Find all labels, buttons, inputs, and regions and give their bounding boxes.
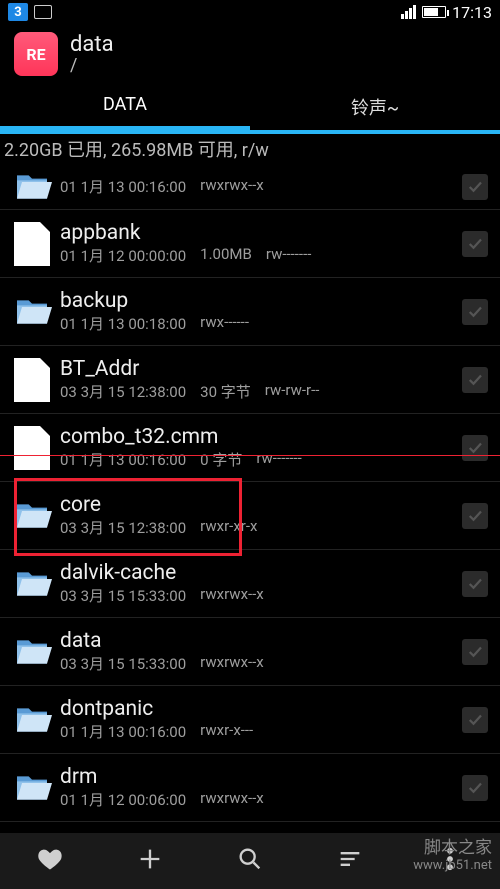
status-time: 17:13 [452, 3, 492, 22]
select-checkbox[interactable] [462, 775, 488, 801]
app-icon: RE [14, 32, 58, 76]
file-icon [14, 426, 50, 470]
storage-status: 2.20GB 已用, 265.98MB 可用, r/w [0, 134, 500, 164]
add-button[interactable] [100, 845, 200, 877]
tabs: DATA 铃声~ [0, 82, 500, 130]
watermark-name: 脚本之家 [413, 833, 492, 858]
file-meta: 01 1月 13 00:16:00rwxr-x--- [60, 721, 458, 742]
file-name: appbank [60, 221, 458, 245]
file-name: combo_t32.cmm [60, 425, 458, 449]
select-checkbox[interactable] [462, 571, 488, 597]
file-list[interactable]: 01 1月 13 00:16:00rwxrwx--xappbank01 1月 1… [0, 164, 500, 822]
select-checkbox[interactable] [462, 707, 488, 733]
folder-icon [12, 768, 52, 808]
file-meta: 01 1月 13 00:18:00rwx------ [60, 313, 458, 334]
folder-icon [12, 167, 52, 207]
select-checkbox[interactable] [462, 174, 488, 200]
folder-icon [12, 700, 52, 740]
bottom-toolbar: 脚本之家 www.jb51.net [0, 833, 500, 889]
folder-icon [12, 632, 52, 672]
file-name: data [60, 629, 458, 653]
list-item[interactable]: drm01 1月 12 00:06:00rwxrwx--x [0, 754, 500, 822]
file-icon [14, 358, 50, 402]
file-icon [14, 222, 50, 266]
file-meta: 01 1月 13 00:16:000 字节rw------- [60, 449, 458, 470]
file-name: backup [60, 289, 458, 313]
screenshot-icon [34, 5, 52, 19]
file-meta: 03 3月 15 12:38:00rwxr-xr-x [60, 517, 458, 538]
tab-data[interactable]: DATA [0, 82, 250, 130]
signal-icon [401, 5, 416, 19]
search-button[interactable] [200, 845, 300, 877]
file-name: dontpanic [60, 697, 458, 721]
file-name: BT_Addr [60, 357, 458, 381]
list-item[interactable]: BT_Addr03 3月 15 12:38:0030 字节rw-rw-r-- [0, 346, 500, 414]
search-icon [236, 845, 264, 877]
file-name: dalvik-cache [60, 561, 458, 585]
folder-icon [12, 496, 52, 536]
list-item[interactable]: backup01 1月 13 00:18:00rwx------ [0, 278, 500, 346]
select-checkbox[interactable] [462, 231, 488, 257]
file-meta: 03 3月 15 15:33:00rwxrwx--x [60, 653, 458, 674]
list-item[interactable]: dalvik-cache03 3月 15 15:33:00rwxrwx--x [0, 550, 500, 618]
list-item[interactable]: 01 1月 13 00:16:00rwxrwx--x [0, 164, 500, 210]
select-checkbox[interactable] [462, 299, 488, 325]
tab-ringtones[interactable]: 铃声~ [250, 82, 500, 130]
file-meta: 03 3月 15 15:33:00rwxrwx--x [60, 585, 458, 606]
folder-icon [12, 564, 52, 604]
folder-icon [12, 292, 52, 332]
select-checkbox[interactable] [462, 435, 488, 461]
file-meta: 01 1月 12 00:00:001.00MBrw------- [60, 245, 458, 266]
list-item[interactable]: combo_t32.cmm01 1月 13 00:16:000 字节rw----… [0, 414, 500, 482]
watermark: 脚本之家 www.jb51.net [413, 833, 492, 873]
file-meta: 03 3月 15 12:38:0030 字节rw-rw-r-- [60, 381, 458, 402]
annotation-line [0, 455, 500, 456]
list-item[interactable]: core03 3月 15 12:38:00rwxr-xr-x [0, 482, 500, 550]
sort-button[interactable] [300, 845, 400, 877]
app-header: RE data / [0, 24, 500, 82]
notification-badge: 3 [8, 3, 28, 21]
sort-icon [336, 845, 364, 877]
file-name: core [60, 493, 458, 517]
battery-icon [422, 6, 446, 18]
current-path: / [70, 55, 114, 76]
page-title: data [70, 32, 114, 57]
file-name: drm [60, 765, 458, 789]
heart-icon [36, 845, 64, 877]
status-bar: 3 17:13 [0, 0, 500, 24]
favorite-button[interactable] [0, 845, 100, 877]
watermark-url: www.jb51.net [413, 858, 492, 873]
list-item[interactable]: appbank01 1月 12 00:00:001.00MBrw------- [0, 210, 500, 278]
plus-icon [136, 845, 164, 877]
select-checkbox[interactable] [462, 503, 488, 529]
select-checkbox[interactable] [462, 639, 488, 665]
file-meta: 01 1月 13 00:16:00rwxrwx--x [60, 176, 458, 197]
list-item[interactable]: data03 3月 15 15:33:00rwxrwx--x [0, 618, 500, 686]
select-checkbox[interactable] [462, 367, 488, 393]
file-meta: 01 1月 12 00:06:00rwxrwx--x [60, 789, 458, 810]
list-item[interactable]: dontpanic01 1月 13 00:16:00rwxr-x--- [0, 686, 500, 754]
